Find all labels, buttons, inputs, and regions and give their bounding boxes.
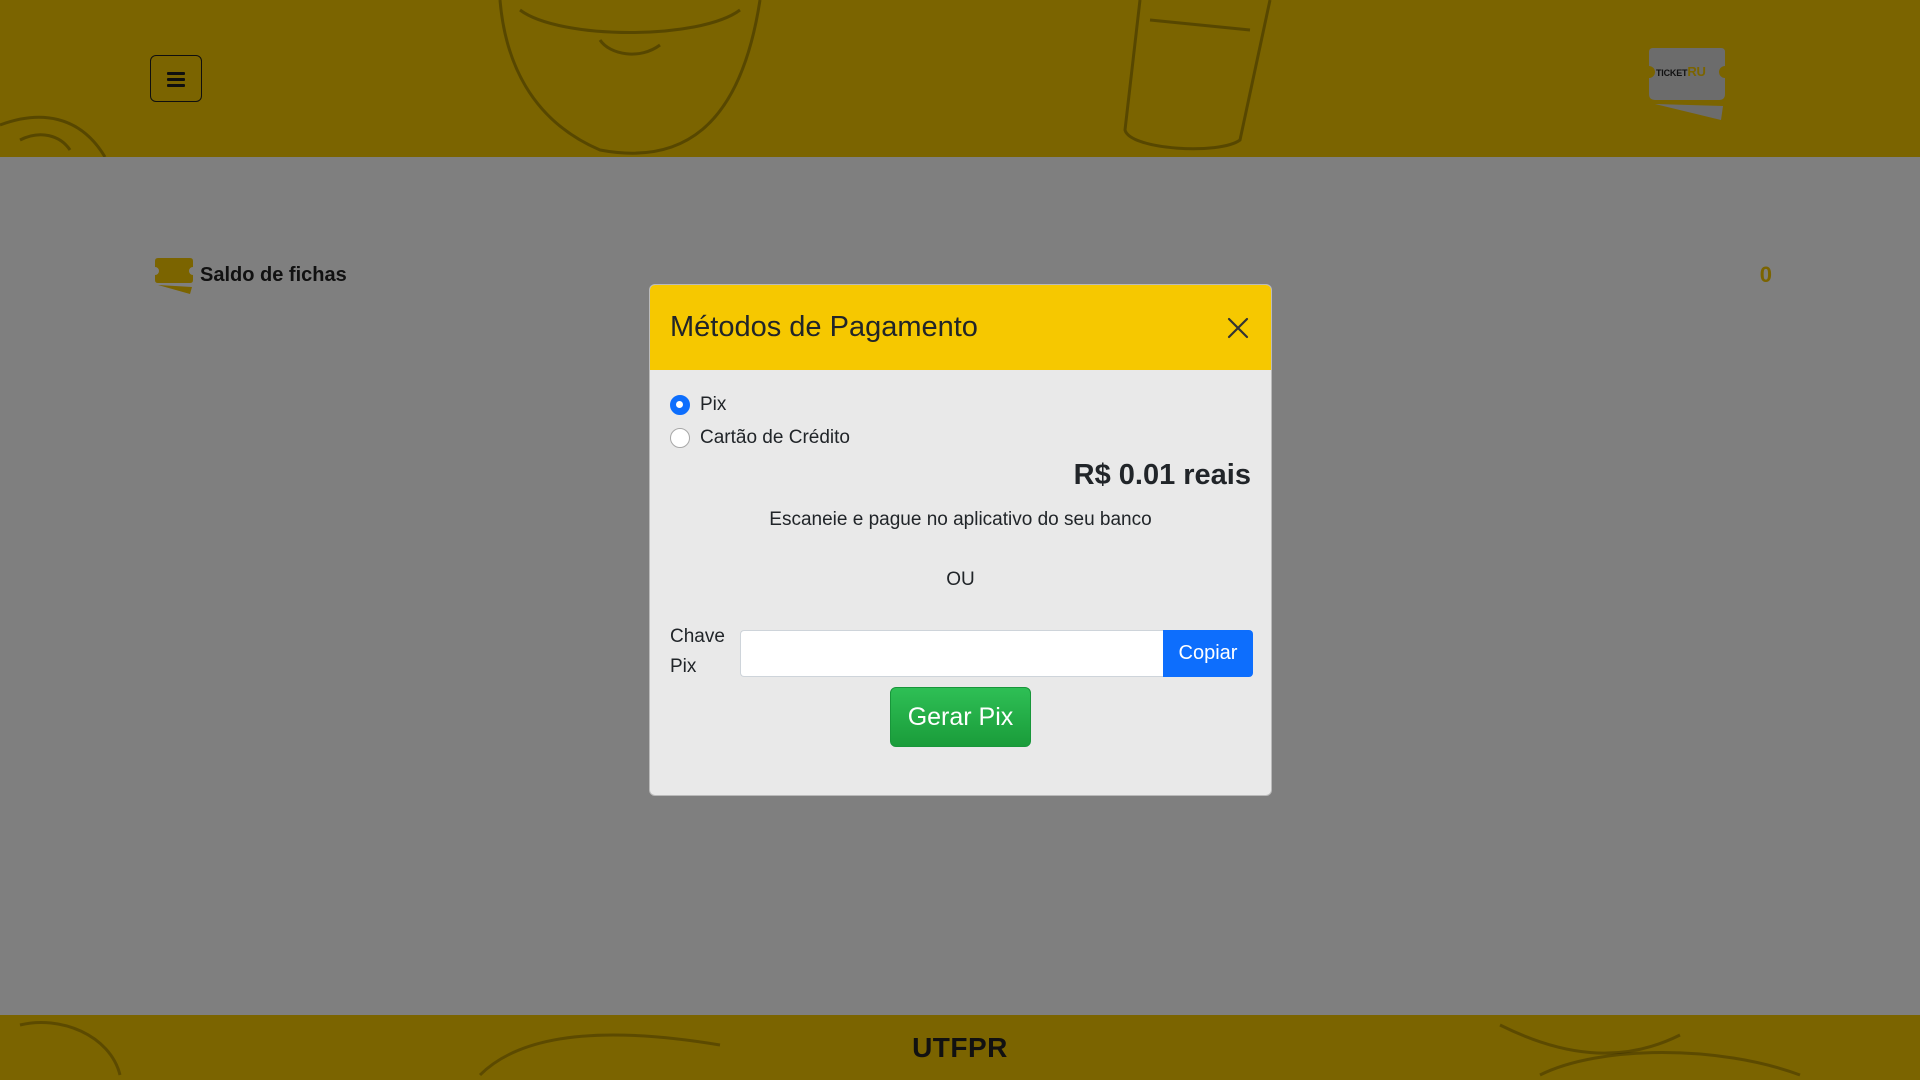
credit-card-radio[interactable]	[670, 428, 690, 448]
modal-body: Pix Cartão de Crédito R$ 0.01 reais Esca…	[650, 370, 1271, 795]
copy-button[interactable]: Copiar	[1163, 630, 1253, 677]
pix-radio-label: Pix	[700, 394, 727, 415]
scan-instruction: Escaneie e pague no aplicativo do seu ba…	[769, 509, 1152, 530]
payment-methods-modal: Métodos de Pagamento Pix Cartão de Crédi…	[649, 284, 1272, 796]
payment-option-pix[interactable]: Pix	[670, 394, 726, 416]
or-divider-text: OU	[946, 569, 975, 590]
pix-key-input[interactable]	[740, 630, 1164, 677]
pix-radio[interactable]	[670, 395, 690, 415]
generate-pix-button[interactable]: Gerar Pix	[890, 687, 1031, 747]
price-amount: R$ 0.01 reais	[1073, 459, 1251, 491]
close-button[interactable]	[1223, 313, 1253, 343]
modal-title: Métodos de Pagamento	[670, 311, 978, 343]
credit-card-radio-label: Cartão de Crédito	[700, 427, 850, 448]
close-icon	[1227, 317, 1249, 338]
payment-option-credit-card[interactable]: Cartão de Crédito	[670, 427, 850, 449]
footer-text: UTFPR	[912, 1031, 1008, 1063]
pix-key-label: Chave Pix	[670, 626, 725, 677]
modal-header: Métodos de Pagamento	[650, 285, 1271, 370]
